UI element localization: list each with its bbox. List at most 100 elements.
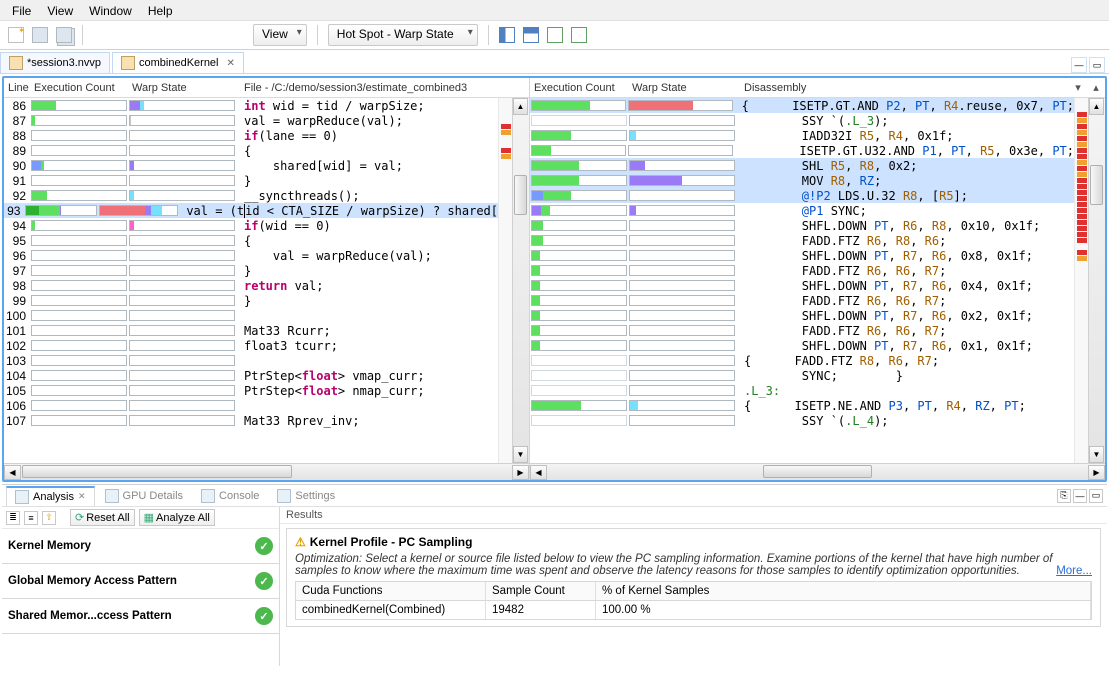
source-row[interactable]: 107Mat33 Rprev_inv;: [4, 413, 498, 428]
disasm-row[interactable]: SSY `(.L_3);: [530, 113, 1074, 128]
source-row[interactable]: 104PtrStep<float> vmap_curr;: [4, 368, 498, 383]
analysis-item[interactable]: Shared Memor...ccess Pattern✓: [2, 599, 279, 634]
source-row[interactable]: 88if(lane == 0): [4, 128, 498, 143]
disasm-row[interactable]: @!P2 LDS.U.32 R8, [R5];: [530, 188, 1074, 203]
disasm-hscroll[interactable]: ◀▶: [530, 463, 1105, 480]
source-row[interactable]: 93val = (tid < CTA_SIZE / warpSize) ? sh…: [4, 203, 498, 218]
dock-tab-settings[interactable]: Settings: [269, 487, 343, 505]
disasm-row[interactable]: SHL R5, R8, 0x2;: [530, 158, 1074, 173]
table-row[interactable]: combinedKernel(Combined)19482100.00 %: [296, 601, 1091, 619]
new-icon[interactable]: ✶: [8, 27, 24, 43]
disasm-minimap[interactable]: [1074, 98, 1088, 463]
menu-file[interactable]: File: [4, 2, 39, 18]
close-icon[interactable]: ✕: [227, 58, 235, 69]
hotspot-dropdown[interactable]: Hot Spot - Warp State: [328, 24, 478, 46]
source-row[interactable]: 98return val;: [4, 278, 498, 293]
source-row[interactable]: 89{: [4, 143, 498, 158]
disasm-row[interactable]: { FADD.FTZ R8, R6, R7;: [530, 353, 1074, 368]
editor-tab[interactable]: combinedKernel✕: [112, 52, 244, 73]
save-icon[interactable]: [32, 27, 48, 43]
source-row[interactable]: 102float3 tcurr;: [4, 338, 498, 353]
source-row[interactable]: 96 val = warpReduce(val);: [4, 248, 498, 263]
source-row[interactable]: 95{: [4, 233, 498, 248]
zoom-region-icon[interactable]: [571, 27, 587, 43]
dock-tab-analysis[interactable]: Analysis ✕: [6, 486, 95, 506]
disasm-up-icon[interactable]: ▴: [1087, 81, 1105, 94]
col-file[interactable]: File - /C:/demo/session3/estimate_combin…: [240, 80, 529, 96]
source-vscroll[interactable]: ▲▼: [512, 98, 529, 463]
source-rows[interactable]: 86int wid = tid / warpSize;87val = warpR…: [4, 98, 529, 463]
source-row[interactable]: 100: [4, 308, 498, 323]
source-row[interactable]: 86int wid = tid / warpSize;: [4, 98, 498, 113]
source-minimap[interactable]: [498, 98, 512, 463]
menu-window[interactable]: Window: [81, 2, 140, 18]
list2-icon[interactable]: ≡: [24, 511, 38, 525]
disasm-row[interactable]: .L_3:: [530, 383, 1074, 398]
layout1-icon[interactable]: [499, 27, 515, 43]
col-warp-r[interactable]: Warp State: [628, 80, 740, 96]
source-row[interactable]: 90 shared[wid] = val;: [4, 158, 498, 173]
disasm-row[interactable]: ISETP.GT.U32.AND P1, PT, R5, 0x3e, PT;: [530, 143, 1074, 158]
disasm-row[interactable]: { ISETP.NE.AND P3, PT, R4, RZ, PT;: [530, 398, 1074, 413]
disasm-row[interactable]: SYNC; }: [530, 368, 1074, 383]
col-dis[interactable]: Disassembly: [740, 80, 1069, 96]
disasm-row[interactable]: FADD.FTZ R6, R6, R7;: [530, 263, 1074, 278]
layout2-icon[interactable]: [523, 27, 539, 43]
source-row[interactable]: 94if(wid == 0): [4, 218, 498, 233]
source-row[interactable]: 101Mat33 Rcurr;: [4, 323, 498, 338]
close-icon[interactable]: ✕: [78, 491, 86, 502]
editor-tab[interactable]: *session3.nvvp: [0, 52, 110, 73]
disasm-row[interactable]: SHFL.DOWN PT, R7, R6, 0x2, 0x1f;: [530, 308, 1074, 323]
disasm-row[interactable]: IADD32I R5, R4, 0x1f;: [530, 128, 1074, 143]
zoom-fit-icon[interactable]: [547, 27, 563, 43]
source-row[interactable]: 92__syncthreads();: [4, 188, 498, 203]
disasm-rows[interactable]: { ISETP.GT.AND P2, PT, R4.reuse, 0x7, PT…: [530, 98, 1105, 463]
source-row[interactable]: 106: [4, 398, 498, 413]
disasm-row[interactable]: { ISETP.GT.AND P2, PT, R4.reuse, 0x7, PT…: [530, 98, 1074, 113]
disasm-vscroll[interactable]: ▲▼: [1088, 98, 1105, 463]
dock-tab-gpu-details[interactable]: GPU Details: [97, 487, 192, 505]
col-line[interactable]: Line: [4, 80, 30, 96]
reset-all-button[interactable]: ⟳Reset All: [70, 509, 135, 526]
up-arrow-icon[interactable]: ⇧: [42, 511, 56, 525]
dock-tool1-icon[interactable]: ⎘: [1057, 489, 1071, 503]
col-exec[interactable]: Execution Count: [30, 80, 128, 96]
disasm-row[interactable]: SSY `(.L_4);: [530, 413, 1074, 428]
dock-max-icon[interactable]: ▭: [1089, 489, 1103, 503]
source-row[interactable]: 103: [4, 353, 498, 368]
dock-tab-console[interactable]: Console: [193, 487, 267, 505]
source-hscroll[interactable]: ◀▶: [4, 463, 529, 480]
menu-help[interactable]: Help: [140, 2, 181, 18]
table-header[interactable]: Cuda Functions: [296, 582, 486, 600]
disasm-row[interactable]: SHFL.DOWN PT, R6, R8, 0x10, 0x1f;: [530, 218, 1074, 233]
view-dropdown[interactable]: View: [253, 24, 307, 46]
list1-icon[interactable]: ≣: [6, 511, 20, 525]
source-row[interactable]: 105PtrStep<float> nmap_curr;: [4, 383, 498, 398]
minimize-tab-icon[interactable]: —: [1071, 57, 1087, 73]
analysis-item[interactable]: Kernel Memory✓: [2, 529, 279, 564]
disasm-row[interactable]: FADD.FTZ R6, R8, R6;: [530, 233, 1074, 248]
disasm-row[interactable]: @P1 SYNC;: [530, 203, 1074, 218]
disasm-row[interactable]: SHFL.DOWN PT, R7, R6, 0x1, 0x1f;: [530, 338, 1074, 353]
maximize-tab-icon[interactable]: ▭: [1089, 57, 1105, 73]
disasm-row[interactable]: FADD.FTZ R6, R6, R7;: [530, 323, 1074, 338]
disasm-row[interactable]: SHFL.DOWN PT, R7, R6, 0x8, 0x1f;: [530, 248, 1074, 263]
disasm-row[interactable]: MOV R8, RZ;: [530, 173, 1074, 188]
table-header[interactable]: % of Kernel Samples: [596, 582, 1091, 600]
col-warp[interactable]: Warp State: [128, 80, 240, 96]
source-row[interactable]: 91}: [4, 173, 498, 188]
save-all-icon[interactable]: [56, 27, 72, 43]
disasm-row[interactable]: SHFL.DOWN PT, R7, R6, 0x4, 0x1f;: [530, 278, 1074, 293]
menu-view[interactable]: View: [39, 2, 81, 18]
source-row[interactable]: 87val = warpReduce(val);: [4, 113, 498, 128]
disasm-dropdown-icon[interactable]: ▾: [1069, 81, 1087, 94]
disasm-row[interactable]: FADD.FTZ R6, R6, R7;: [530, 293, 1074, 308]
col-exec-r[interactable]: Execution Count: [530, 80, 628, 96]
more-link[interactable]: More...: [1056, 565, 1092, 577]
analyze-all-button[interactable]: ▦Analyze All: [139, 509, 215, 526]
dock-min-icon[interactable]: —: [1073, 489, 1087, 503]
table-header[interactable]: Sample Count: [486, 582, 596, 600]
source-row[interactable]: 97}: [4, 263, 498, 278]
analysis-item[interactable]: Global Memory Access Pattern✓: [2, 564, 279, 599]
source-row[interactable]: 99}: [4, 293, 498, 308]
